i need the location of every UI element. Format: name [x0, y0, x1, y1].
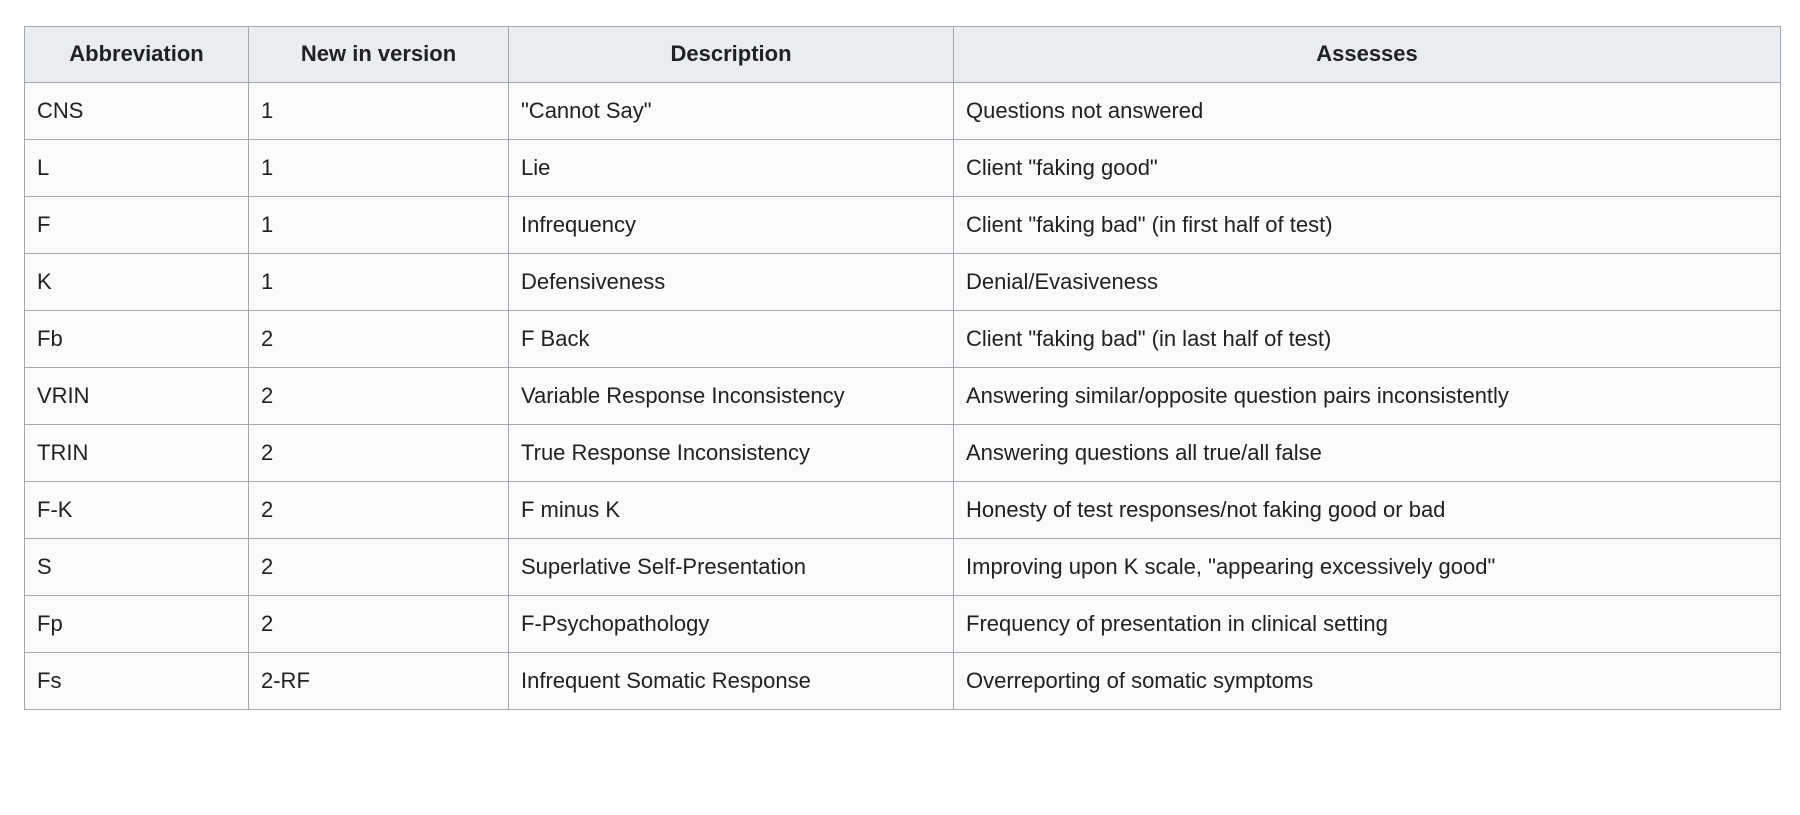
table-container: Abbreviation New in version Description …	[24, 26, 1781, 710]
cell-version: 2	[248, 367, 509, 425]
column-header-description: Description	[508, 26, 954, 83]
table-row: K 1 Defensiveness Denial/Evasiveness	[24, 253, 1781, 311]
cell-abbreviation: Fs	[24, 652, 249, 710]
cell-description: "Cannot Say"	[508, 82, 954, 140]
cell-description: True Response Inconsistency	[508, 424, 954, 482]
table-row: VRIN 2 Variable Response Inconsistency Answ…	[24, 367, 1781, 425]
cell-version: 2	[248, 310, 509, 368]
cell-assesses: Frequency of presentation in clinical se…	[953, 595, 1781, 653]
cell-description: F Back	[508, 310, 954, 368]
table-row: F-K 2 F minus K Honesty of test responses/n…	[24, 481, 1781, 539]
cell-assesses: Denial/Evasiveness	[953, 253, 1781, 311]
table-row: Fb 2 F Back Client "faking bad" (in last ha…	[24, 310, 1781, 368]
cell-description: F minus K	[508, 481, 954, 539]
cell-description: Infrequency	[508, 196, 954, 254]
cell-description: Defensiveness	[508, 253, 954, 311]
cell-version: 2	[248, 538, 509, 596]
cell-abbreviation: CNS	[24, 82, 249, 140]
cell-version: 2	[248, 424, 509, 482]
cell-abbreviation: K	[24, 253, 249, 311]
cell-assesses: Client "faking good"	[953, 139, 1781, 197]
table-body: CNS 1 "Cannot Say" Questions not answered L 1…	[24, 82, 1781, 710]
cell-description: Variable Response Inconsistency	[508, 367, 954, 425]
validity-scales-table: Abbreviation New in version Description …	[24, 26, 1781, 710]
table-row: L 1 Lie Client "faking good"	[24, 139, 1781, 197]
cell-assesses: Questions not answered	[953, 82, 1781, 140]
table-row: CNS 1 "Cannot Say" Questions not answered	[24, 82, 1781, 140]
cell-abbreviation: S	[24, 538, 249, 596]
cell-assesses: Honesty of test responses/not faking goo…	[953, 481, 1781, 539]
cell-abbreviation: Fp	[24, 595, 249, 653]
cell-assesses: Overreporting of somatic symptoms	[953, 652, 1781, 710]
cell-assesses: Client "faking bad" (in last half of tes…	[953, 310, 1781, 368]
table-row: S 2 Superlative Self-Presentation Improving…	[24, 538, 1781, 596]
cell-assesses: Answering questions all true/all false	[953, 424, 1781, 482]
cell-description: Lie	[508, 139, 954, 197]
column-header-assesses: Assesses	[953, 26, 1781, 83]
cell-version: 2	[248, 595, 509, 653]
cell-abbreviation: VRIN	[24, 367, 249, 425]
table-header: Abbreviation New in version Description …	[24, 26, 1781, 83]
table-row: TRIN 2 True Response Inconsistency Answerin…	[24, 424, 1781, 482]
cell-version: 1	[248, 139, 509, 197]
cell-assesses: Improving upon K scale, "appearing exces…	[953, 538, 1781, 596]
cell-abbreviation: Fb	[24, 310, 249, 368]
column-header-abbreviation: Abbreviation	[24, 26, 249, 83]
cell-description: F-Psychopathology	[508, 595, 954, 653]
cell-version: 1	[248, 253, 509, 311]
cell-abbreviation: TRIN	[24, 424, 249, 482]
table-row: Fp 2 F-Psychopathology Frequency of present…	[24, 595, 1781, 653]
column-header-new-in-version: New in version	[248, 26, 509, 83]
cell-version: 2-RF	[248, 652, 509, 710]
table-row: F 1 Infrequency Client "faking bad" (in fir…	[24, 196, 1781, 254]
cell-version: 1	[248, 82, 509, 140]
table-row: Fs 2-RF Infrequent Somatic Response Overrep…	[24, 652, 1781, 710]
table-header-row: Abbreviation New in version Description …	[24, 26, 1781, 83]
cell-assesses: Answering similar/opposite question pair…	[953, 367, 1781, 425]
cell-abbreviation: F	[24, 196, 249, 254]
cell-description: Infrequent Somatic Response	[508, 652, 954, 710]
cell-version: 2	[248, 481, 509, 539]
cell-abbreviation: F-K	[24, 481, 249, 539]
cell-abbreviation: L	[24, 139, 249, 197]
cell-version: 1	[248, 196, 509, 254]
cell-assesses: Client "faking bad" (in first half of te…	[953, 196, 1781, 254]
cell-description: Superlative Self-Presentation	[508, 538, 954, 596]
